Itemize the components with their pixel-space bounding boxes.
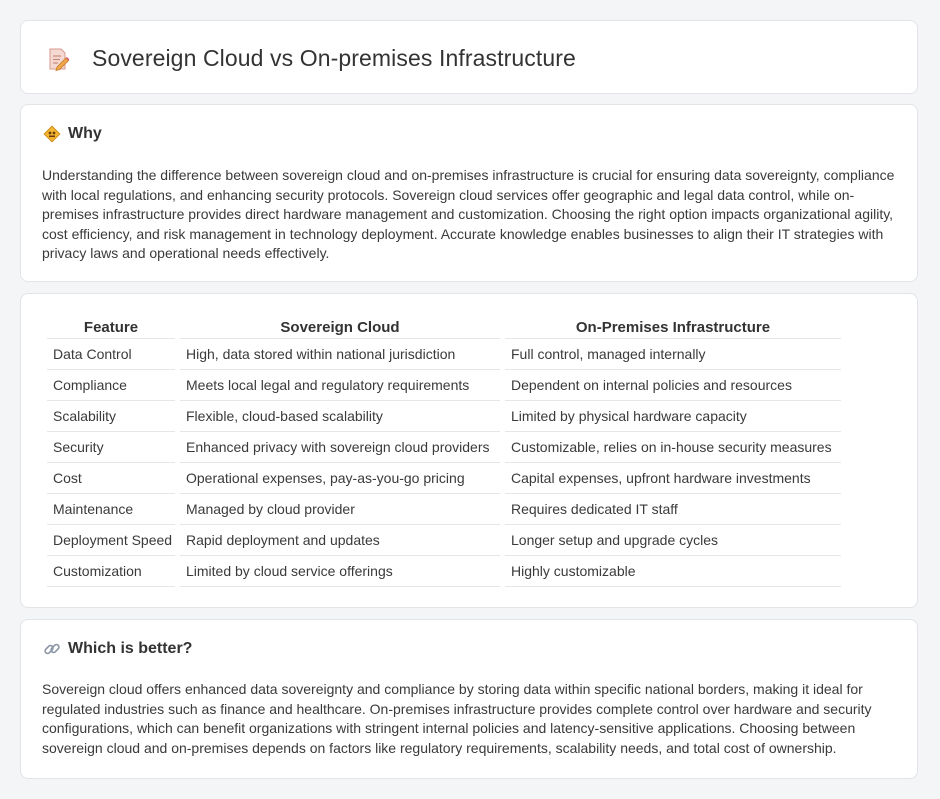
table-row: Customization Limited by cloud service o… (47, 556, 841, 587)
better-header: Which is better? (43, 640, 192, 658)
sovereign-cloud-cell: Limited by cloud service offerings (180, 556, 500, 587)
table-header-row: Feature Sovereign Cloud On-Premises Infr… (47, 316, 841, 339)
sovereign-cloud-cell: Operational expenses, pay-as-you-go pric… (180, 463, 500, 494)
why-section: Why Understanding the difference between… (20, 104, 918, 282)
link-icon (43, 640, 61, 658)
on-premises-cell: Full control, managed internally (505, 339, 841, 370)
feature-cell: Deployment Speed (47, 525, 175, 556)
table-row: Data Control High, data stored within na… (47, 339, 841, 370)
feature-cell: Cost (47, 463, 175, 494)
title-card: Sovereign Cloud vs On-premises Infrastru… (20, 20, 918, 94)
document-pencil-icon (47, 47, 70, 72)
why-heading: Why (68, 125, 102, 142)
on-premises-cell: Longer setup and upgrade cycles (505, 525, 841, 556)
better-heading: Which is better? (68, 640, 193, 657)
sovereign-cloud-cell: Flexible, cloud-based scalability (180, 401, 500, 432)
feature-cell: Customization (47, 556, 175, 587)
sovereign-cloud-cell: Rapid deployment and updates (180, 525, 500, 556)
column-header-sovereign-cloud: Sovereign Cloud (180, 316, 500, 339)
table-row: Scalability Flexible, cloud-based scalab… (47, 401, 841, 432)
table-row: Compliance Meets local legal and regulat… (47, 370, 841, 401)
table-row: Cost Operational expenses, pay-as-you-go… (47, 463, 841, 494)
column-header-on-premises: On-Premises Infrastructure (505, 316, 841, 339)
feature-cell: Scalability (47, 401, 175, 432)
sovereign-cloud-cell: Meets local legal and regulatory require… (180, 370, 500, 401)
table-row: Maintenance Managed by cloud provider Re… (47, 494, 841, 525)
why-paragraph: Understanding the difference between sov… (42, 167, 895, 261)
comparison-table: Feature Sovereign Cloud On-Premises Infr… (42, 316, 846, 587)
sovereign-cloud-cell: Enhanced privacy with sovereign cloud pr… (180, 432, 500, 463)
table-row: Deployment Speed Rapid deployment and up… (47, 525, 841, 556)
on-premises-cell: Limited by physical hardware capacity (505, 401, 841, 432)
why-header: Why (43, 125, 102, 143)
on-premises-cell: Requires dedicated IT staff (505, 494, 841, 525)
on-premises-cell: Customizable, relies on in-house securit… (505, 432, 841, 463)
sovereign-cloud-cell: High, data stored within national jurisd… (180, 339, 500, 370)
feature-cell: Compliance (47, 370, 175, 401)
page-title: Sovereign Cloud vs On-premises Infrastru… (92, 45, 576, 71)
column-header-feature: Feature (47, 316, 175, 339)
feature-cell: Maintenance (47, 494, 175, 525)
on-premises-cell: Highly customizable (505, 556, 841, 587)
better-paragraph: Sovereign cloud offers enhanced data sov… (42, 681, 872, 756)
comparison-section: Feature Sovereign Cloud On-Premises Infr… (20, 293, 918, 608)
on-premises-cell: Dependent on internal policies and resou… (505, 370, 841, 401)
feature-cell: Data Control (47, 339, 175, 370)
sovereign-cloud-cell: Managed by cloud provider (180, 494, 500, 525)
feature-cell: Security (47, 432, 175, 463)
which-is-better-section: Which is better? Sovereign cloud offers … (20, 619, 918, 779)
on-premises-cell: Capital expenses, upfront hardware inves… (505, 463, 841, 494)
diamond-sign-icon (43, 125, 61, 143)
table-row: Security Enhanced privacy with sovereign… (47, 432, 841, 463)
